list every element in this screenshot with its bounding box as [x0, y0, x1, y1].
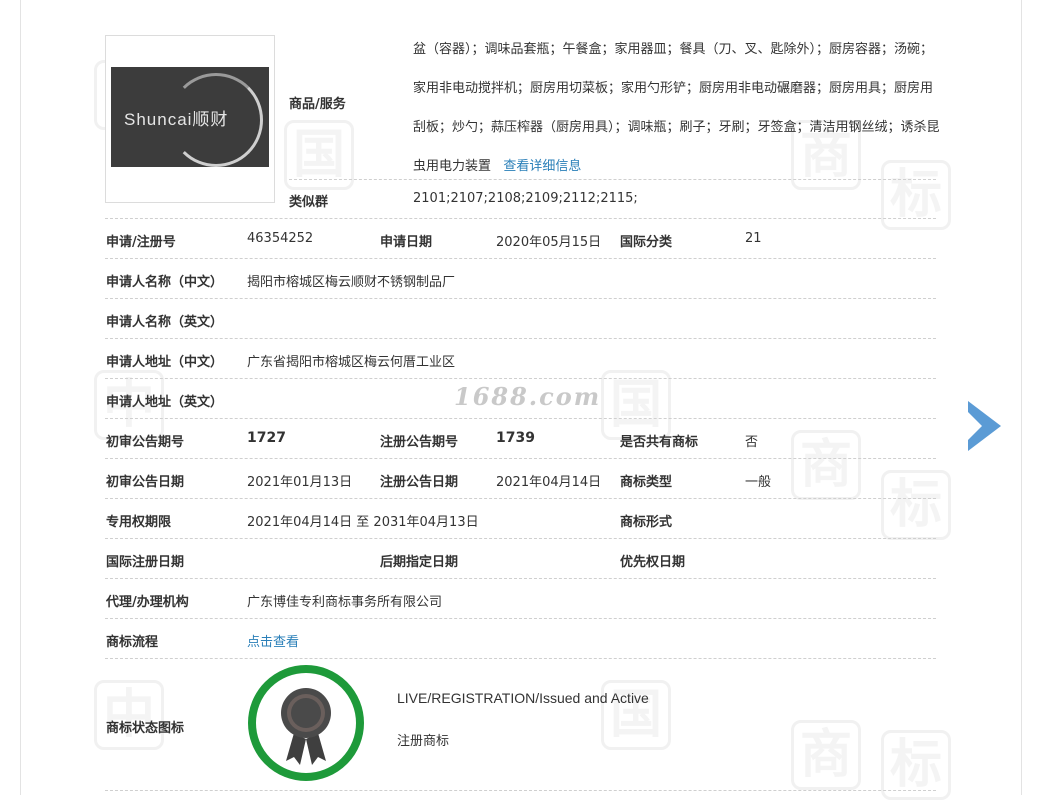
row-divider	[105, 538, 936, 539]
watermark-glyph: 中	[94, 680, 164, 750]
later-date-label: 后期指定日期	[380, 555, 459, 570]
applicant-cn-value: 揭阳市榕城区梅云顺财不锈钢制品厂	[247, 275, 456, 290]
term-label: 专用权期限	[106, 515, 172, 530]
prelim-no-value: 1727	[247, 430, 286, 446]
shared-label: 是否共有商标	[620, 435, 699, 450]
type-label: 商标类型	[620, 475, 673, 490]
prelim-date-value: 2021年01月13日	[247, 475, 353, 490]
row-divider	[289, 179, 936, 180]
row-divider	[105, 498, 936, 499]
row-divider	[105, 338, 936, 339]
row-divider	[105, 378, 936, 379]
row-divider	[105, 790, 936, 791]
row-divider	[105, 618, 936, 619]
watermark-glyph: 商	[791, 430, 861, 500]
applicant-cn-label: 申请人名称（中文）	[106, 275, 224, 290]
applicant-en-label: 申请人名称（英文）	[106, 315, 224, 330]
agent-label: 代理/办理机构	[106, 595, 189, 610]
shared-value: 否	[745, 435, 759, 450]
reg-pub-no-value: 1739	[496, 430, 535, 446]
apply-date-value: 2020年05月15日	[496, 235, 602, 250]
reg-pub-no-label: 注册公告期号	[380, 435, 459, 450]
logo-text: Shuncai顺财	[124, 110, 229, 129]
reg-no-label: 申请/注册号	[106, 235, 176, 250]
intl-class-value: 21	[745, 231, 762, 246]
reg-pub-date-label: 注册公告日期	[380, 475, 459, 490]
term-value: 2021年04月14日 至 2031年04月13日	[247, 515, 479, 530]
flow-label: 商标流程	[106, 635, 159, 650]
status-en: LIVE/REGISTRATION/Issued and Active	[397, 690, 649, 706]
reg-no-value: 46354252	[247, 231, 314, 246]
address-en-label: 申请人地址（英文）	[106, 395, 224, 410]
similar-group-value: 2101;2107;2108;2109;2112;2115;	[413, 191, 638, 206]
address-cn-label: 申请人地址（中文）	[106, 355, 224, 370]
watermark-site-text: 1688.com	[454, 382, 602, 411]
priority-date-label: 优先权日期	[620, 555, 686, 570]
goods-text: 盆（容器）；调味品套瓶；午餐盒；家用器皿；餐具（刀、叉、匙除外）；厨房容器；汤碗…	[413, 42, 940, 174]
watermark-glyph: 国	[601, 370, 671, 440]
row-divider	[105, 658, 936, 659]
watermark-glyph: 商	[791, 720, 861, 790]
similar-group-label: 类似群	[289, 195, 329, 210]
trademark-logo: Shuncai顺财	[111, 67, 269, 167]
prelim-no-label: 初审公告期号	[106, 435, 185, 450]
row-divider	[105, 298, 936, 299]
agent-value: 广东博佳专利商标事务所有限公司	[247, 595, 443, 610]
row-divider	[105, 218, 936, 219]
row-divider	[105, 458, 936, 459]
form-label: 商标形式	[620, 515, 673, 530]
type-value: 一般	[745, 475, 772, 490]
reg-pub-date-value: 2021年04月14日	[496, 475, 602, 490]
status-cn: 注册商标	[397, 734, 450, 749]
watermark-glyph: 标	[881, 470, 951, 540]
status-icon-label: 商标状态图标	[106, 721, 185, 736]
next-arrow-icon[interactable]	[968, 401, 1001, 451]
row-divider	[105, 258, 936, 259]
goods-list: 盆（容器）；调味品套瓶；午餐盒；家用器皿；餐具（刀、叉、匙除外）；厨房容器；汤碗…	[413, 30, 941, 186]
apply-date-label: 申请日期	[380, 235, 433, 250]
intl-class-label: 国际分类	[620, 235, 673, 250]
intl-reg-date-label: 国际注册日期	[106, 555, 185, 570]
trademark-image: Shuncai顺财	[105, 35, 275, 203]
flow-link[interactable]: 点击查看	[247, 631, 299, 650]
row-divider	[105, 578, 936, 579]
prelim-date-label: 初审公告日期	[106, 475, 185, 490]
goods-detail-link[interactable]: 查看详细信息	[503, 159, 581, 174]
address-cn-value: 广东省揭阳市榕城区梅云何厝工业区	[247, 355, 456, 370]
registered-badge-icon	[248, 665, 364, 781]
goods-label: 商品/服务	[289, 97, 346, 112]
row-divider	[105, 418, 936, 419]
